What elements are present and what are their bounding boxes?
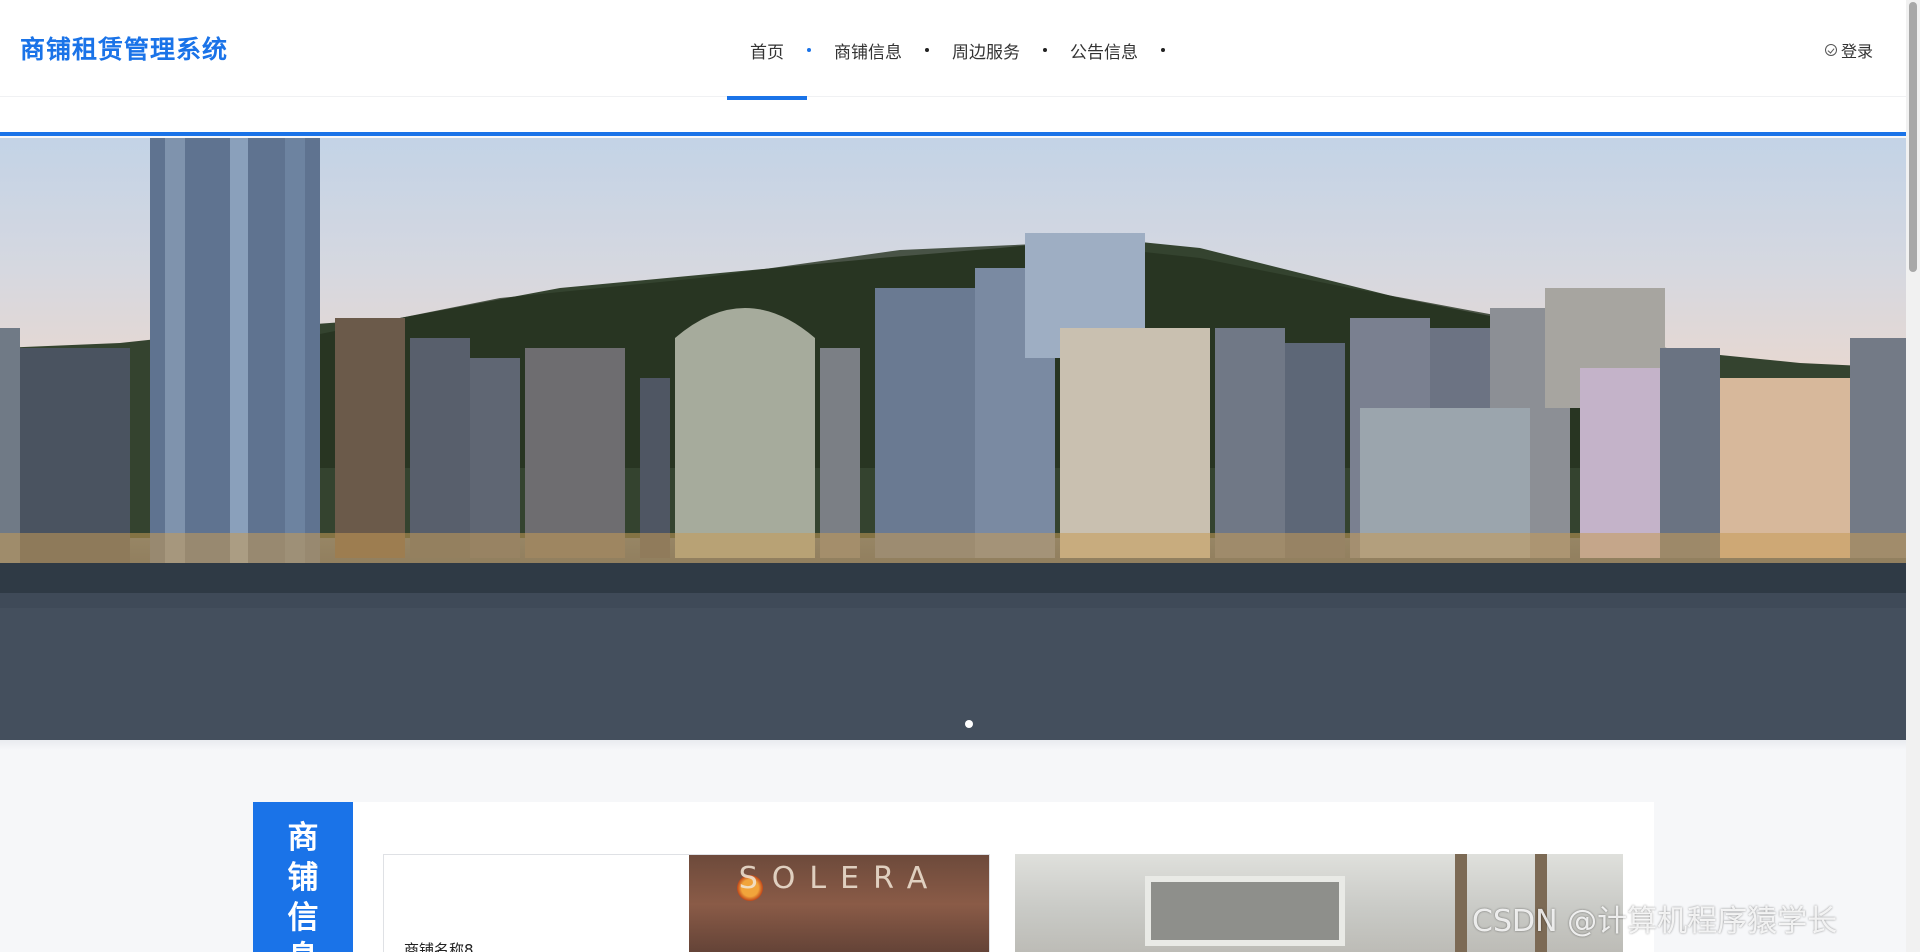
image-detail: [1145, 876, 1345, 946]
site-header: 商铺租赁管理系统 首页 商铺信息 周边服务 公告信息 登录: [0, 0, 1906, 136]
city-skyline-image: [0, 138, 1906, 740]
section-vertical-title: 商 铺 信 息: [253, 802, 353, 952]
nav-item-label: 公告信息: [1070, 42, 1138, 63]
nav-item-label: 商铺信息: [834, 42, 902, 63]
nav-item-nearby-services[interactable]: 周边服务: [929, 0, 1043, 100]
nav-separator-dot: [1161, 48, 1165, 52]
banner-bottom-fade: [0, 740, 1906, 750]
section-title-char: 息: [288, 938, 319, 952]
nav-item-announcements[interactable]: 公告信息: [1047, 0, 1161, 100]
vertical-scrollbar[interactable]: [1906, 0, 1920, 952]
nav-item-shop-info[interactable]: 商铺信息: [811, 0, 925, 100]
site-title[interactable]: 商铺租赁管理系统: [20, 30, 228, 66]
nav-item-label: 周边服务: [952, 42, 1020, 63]
hero-banner-carousel[interactable]: [0, 138, 1906, 740]
section-title-char: 商: [287, 820, 319, 856]
main-nav: 首页 商铺信息 周边服务 公告信息: [727, 0, 1165, 100]
login-label: 登录: [1841, 42, 1874, 61]
page: 商铺租赁管理系统 首页 商铺信息 周边服务 公告信息 登录 商 铺 信 商铺名称…: [0, 0, 1920, 952]
storefront-sign-text: SOLERA: [738, 861, 942, 896]
login-link[interactable]: 登录: [1825, 38, 1873, 62]
nav-item-home[interactable]: 首页: [727, 0, 807, 100]
section-title-char: 铺: [287, 860, 319, 896]
shop-card-name: 商铺名称8: [404, 941, 474, 952]
shop-info-section: 商 铺 信 息 商铺名称8 SOLERA: [253, 802, 1654, 952]
scrollbar-thumb[interactable]: [1909, 2, 1917, 272]
carousel-indicator-dot[interactable]: [965, 720, 973, 728]
check-circle-icon: [1825, 44, 1837, 56]
shop-card[interactable]: 商铺名称8 SOLERA: [383, 854, 990, 952]
image-detail: [1455, 854, 1467, 952]
shop-card-image[interactable]: SOLERA: [689, 855, 989, 952]
nav-item-label: 首页: [750, 42, 784, 63]
watermark: CSDN @计算机程序猿学长: [1472, 904, 1838, 939]
section-title-char: 信: [287, 900, 319, 936]
